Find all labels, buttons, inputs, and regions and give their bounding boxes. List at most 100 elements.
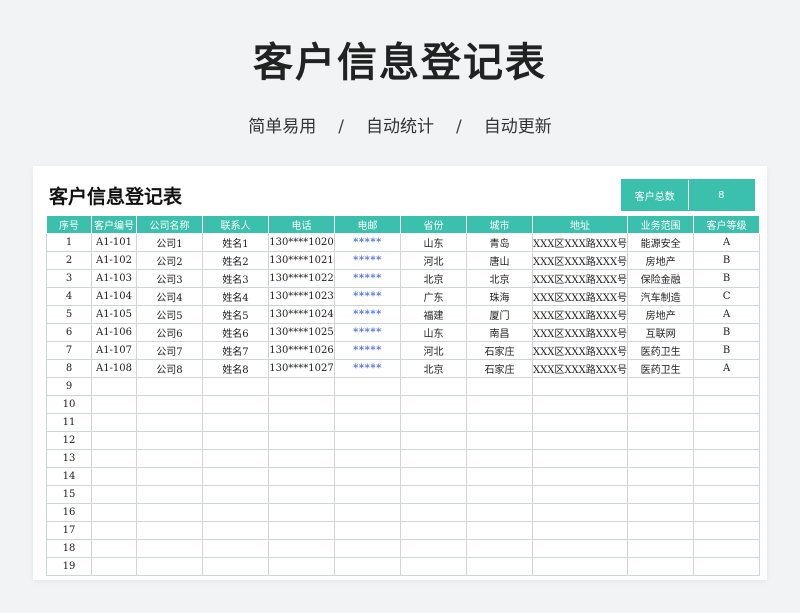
cell-customer-id[interactable] <box>91 557 137 576</box>
cell-address[interactable]: XXX区XXX路XXX号 <box>531 287 629 306</box>
cell-index[interactable]: 18 <box>46 539 92 558</box>
cell-contact[interactable] <box>202 431 269 450</box>
cell-city[interactable] <box>466 431 533 450</box>
cell-phone[interactable]: 130****1026 <box>268 341 335 360</box>
cell-city[interactable] <box>466 521 533 540</box>
cell-email[interactable] <box>334 485 401 504</box>
cell-province[interactable]: 山东 <box>400 233 467 252</box>
cell-phone[interactable] <box>268 431 335 450</box>
cell-index[interactable]: 14 <box>46 467 92 486</box>
cell-email[interactable]: ***** <box>334 287 401 306</box>
cell-index[interactable]: 4 <box>46 287 92 306</box>
cell-contact[interactable]: 姓名5 <box>202 305 269 324</box>
cell-city[interactable]: 北京 <box>466 269 533 288</box>
cell-customer-id[interactable]: A1-107 <box>91 341 137 360</box>
cell-business[interactable]: 能源安全 <box>627 233 695 252</box>
cell-address[interactable] <box>531 485 629 504</box>
cell-contact[interactable]: 姓名7 <box>202 341 269 360</box>
cell-customer-id[interactable] <box>91 431 137 450</box>
cell-address[interactable]: XXX区XXX路XXX号 <box>531 269 629 288</box>
cell-company[interactable] <box>136 467 203 486</box>
cell-contact[interactable] <box>202 521 269 540</box>
cell-index[interactable]: 6 <box>46 323 92 342</box>
cell-email[interactable] <box>334 503 401 522</box>
cell-city[interactable]: 石家庄 <box>466 359 533 378</box>
cell-address[interactable] <box>531 539 629 558</box>
column-header-city[interactable]: 城市 <box>466 215 533 234</box>
customer-total-value[interactable]: 8 <box>688 180 754 210</box>
cell-business[interactable] <box>627 449 695 468</box>
cell-business[interactable]: 保险金融 <box>627 269 695 288</box>
cell-contact[interactable]: 姓名1 <box>202 233 269 252</box>
cell-contact[interactable] <box>202 503 269 522</box>
cell-province[interactable] <box>400 503 467 522</box>
cell-level[interactable] <box>693 557 761 576</box>
cell-customer-id[interactable] <box>91 467 137 486</box>
cell-province[interactable] <box>400 449 467 468</box>
cell-phone[interactable]: 130****1021 <box>268 251 335 270</box>
cell-phone[interactable] <box>268 503 335 522</box>
cell-level[interactable] <box>693 539 761 558</box>
cell-level[interactable]: A <box>693 305 761 324</box>
cell-index[interactable]: 1 <box>46 233 92 252</box>
cell-email[interactable] <box>334 431 401 450</box>
cell-index[interactable]: 7 <box>46 341 92 360</box>
cell-province[interactable] <box>400 395 467 414</box>
cell-phone[interactable]: 130****1024 <box>268 305 335 324</box>
cell-province[interactable] <box>400 539 467 558</box>
cell-company[interactable]: 公司3 <box>136 269 203 288</box>
cell-contact[interactable]: 姓名8 <box>202 359 269 378</box>
cell-contact[interactable]: 姓名4 <box>202 287 269 306</box>
cell-email[interactable]: ***** <box>334 323 401 342</box>
cell-business[interactable]: 房地产 <box>627 251 695 270</box>
cell-city[interactable] <box>466 503 533 522</box>
cell-phone[interactable] <box>268 539 335 558</box>
cell-contact[interactable] <box>202 485 269 504</box>
cell-customer-id[interactable]: A1-103 <box>91 269 137 288</box>
cell-business[interactable] <box>627 503 695 522</box>
cell-business[interactable]: 汽车制造 <box>627 287 695 306</box>
cell-business[interactable] <box>627 395 695 414</box>
cell-city[interactable] <box>466 467 533 486</box>
cell-contact[interactable] <box>202 413 269 432</box>
cell-level[interactable]: B <box>693 341 761 360</box>
cell-address[interactable] <box>531 395 629 414</box>
cell-address[interactable]: XXX区XXX路XXX号 <box>531 251 629 270</box>
cell-level[interactable]: B <box>693 251 761 270</box>
cell-phone[interactable]: 130****1025 <box>268 323 335 342</box>
cell-address[interactable] <box>531 503 629 522</box>
cell-company[interactable]: 公司8 <box>136 359 203 378</box>
cell-level[interactable] <box>693 521 761 540</box>
cell-phone[interactable] <box>268 449 335 468</box>
cell-level[interactable] <box>693 503 761 522</box>
cell-level[interactable] <box>693 449 761 468</box>
cell-phone[interactable]: 130****1022 <box>268 269 335 288</box>
cell-business[interactable]: 医药卫生 <box>627 359 695 378</box>
cell-email[interactable]: ***** <box>334 359 401 378</box>
cell-email[interactable] <box>334 467 401 486</box>
cell-business[interactable]: 互联网 <box>627 323 695 342</box>
cell-email[interactable]: ***** <box>334 269 401 288</box>
cell-business[interactable]: 医药卫生 <box>627 341 695 360</box>
cell-index[interactable]: 12 <box>46 431 92 450</box>
cell-company[interactable] <box>136 377 203 396</box>
cell-phone[interactable] <box>268 485 335 504</box>
cell-company[interactable] <box>136 413 203 432</box>
cell-business[interactable] <box>627 539 695 558</box>
cell-company[interactable]: 公司4 <box>136 287 203 306</box>
cell-city[interactable]: 石家庄 <box>466 341 533 360</box>
cell-email[interactable] <box>334 539 401 558</box>
cell-index[interactable]: 9 <box>46 377 92 396</box>
cell-customer-id[interactable]: A1-101 <box>91 233 137 252</box>
cell-index[interactable]: 16 <box>46 503 92 522</box>
cell-company[interactable] <box>136 431 203 450</box>
cell-company[interactable]: 公司1 <box>136 233 203 252</box>
cell-email[interactable]: ***** <box>334 305 401 324</box>
cell-province[interactable]: 河北 <box>400 251 467 270</box>
cell-business[interactable] <box>627 485 695 504</box>
cell-contact[interactable] <box>202 467 269 486</box>
cell-province[interactable] <box>400 557 467 576</box>
cell-company[interactable] <box>136 449 203 468</box>
cell-customer-id[interactable] <box>91 413 137 432</box>
cell-address[interactable] <box>531 521 629 540</box>
